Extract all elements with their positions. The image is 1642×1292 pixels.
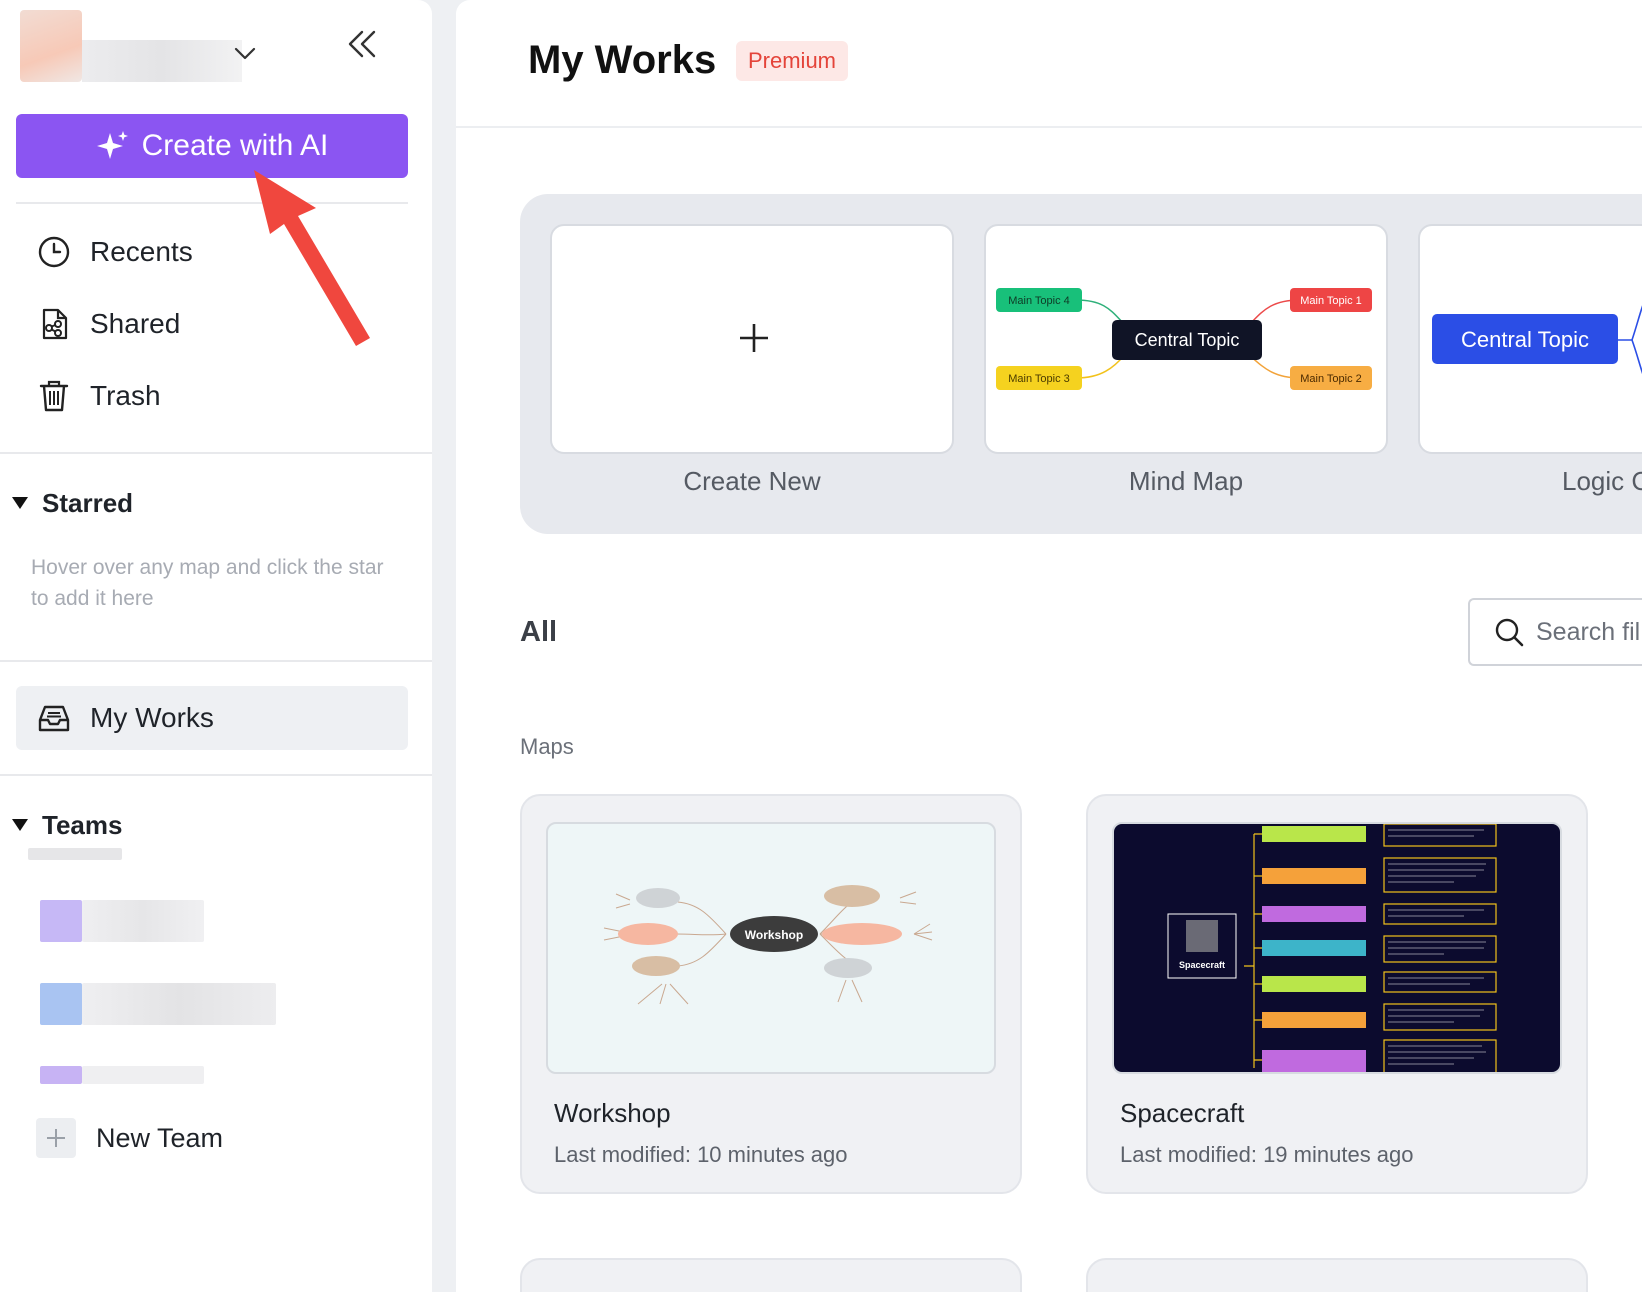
starred-hint: Hover over any map and click the star to… — [31, 556, 384, 610]
teams-title: Teams — [42, 809, 123, 840]
workspace-avatar — [20, 10, 82, 82]
mind-topic-2: Main Topic 2 — [1300, 373, 1362, 385]
sidebar-item-label: Recents — [90, 236, 193, 267]
mind-map-preview: Main Topic 4 Main Topic 3 Main Topic 1 M… — [996, 288, 1372, 390]
sidebar-item-recents[interactable]: Recents — [16, 222, 408, 282]
maps-group-label: Maps — [520, 734, 574, 759]
collapse-sidebar-icon[interactable] — [340, 22, 384, 66]
main-panel: My Works Premium Create New Main Topic 4… — [456, 0, 1642, 1292]
divider — [16, 202, 408, 204]
logic-chart-label: Logic C — [1562, 466, 1642, 496]
team-name-redacted[interactable] — [82, 900, 204, 942]
team-name-redacted — [28, 848, 122, 860]
sidebar: Create with AI Recents Shared Trash Star… — [0, 0, 432, 1292]
divider — [0, 660, 432, 662]
workshop-map-preview: Workshop — [603, 885, 933, 1005]
search-box[interactable] — [1468, 598, 1642, 666]
search-input[interactable] — [1536, 617, 1642, 647]
team-name-redacted[interactable] — [82, 1066, 204, 1084]
starred-section-toggle[interactable]: Starred — [12, 483, 133, 523]
logic-chart-template[interactable]: Central Topic — [1418, 224, 1642, 454]
file-thumbnail: Spacecraft — [1112, 822, 1562, 1074]
section-title-all: All — [520, 616, 558, 648]
new-team-button[interactable]: New Team — [36, 1118, 223, 1158]
file-modified: Last modified: 19 minutes ago — [1120, 1142, 1414, 1167]
starred-title: Starred — [42, 487, 134, 518]
file-title: Spacecraft — [1120, 1098, 1245, 1128]
plus-icon — [740, 324, 768, 352]
mind-topic-1: Main Topic 1 — [1300, 295, 1362, 307]
file-card-spacecraft[interactable]: Spacecraft Spacecraft Last modified: 19 … — [1086, 794, 1588, 1194]
sidebar-item-trash[interactable]: Trash — [16, 366, 408, 426]
mind-map-label: Mind Map — [1128, 466, 1244, 496]
template-gallery: Create New Main Topic 4 Main Topic 3 Mai… — [520, 194, 1642, 534]
search-icon — [1495, 618, 1524, 647]
workspace-name-redacted — [82, 40, 242, 82]
team-avatar-redacted[interactable] — [40, 983, 82, 1025]
create-with-ai-label: Create with AI — [141, 129, 329, 162]
trash-icon — [39, 380, 69, 412]
chevron-down-icon[interactable] — [230, 38, 260, 68]
mind-topic-4: Main Topic 4 — [1008, 295, 1070, 307]
file-card-partial[interactable] — [1086, 1258, 1588, 1292]
mind-map-template[interactable]: Main Topic 4 Main Topic 3 Main Topic 1 M… — [984, 224, 1388, 454]
create-with-ai-button[interactable]: Create with AI — [16, 114, 408, 178]
sidebar-item-label: My Works — [90, 702, 214, 733]
teams-section-toggle[interactable]: Teams — [12, 805, 122, 845]
new-team-label: New Team — [96, 1122, 224, 1153]
header: My Works Premium — [456, 0, 1642, 128]
sidebar-item-label: Shared — [90, 308, 181, 339]
sidebar-item-my-works[interactable]: My Works — [16, 686, 408, 750]
clock-icon — [38, 236, 70, 268]
sidebar-item-label: Trash — [90, 380, 161, 411]
inbox-icon — [38, 705, 70, 732]
team-name-redacted[interactable] — [82, 983, 276, 1025]
mind-central-topic: Central Topic — [1135, 330, 1240, 350]
sidebar-item-shared[interactable]: Shared — [16, 294, 408, 354]
logic-chart-preview: Central Topic — [1432, 305, 1642, 375]
plus-icon — [36, 1118, 76, 1158]
caret-down-icon — [12, 497, 28, 509]
file-card-partial[interactable] — [520, 1258, 1022, 1292]
spacecraft-map-preview: Spacecraft — [1167, 824, 1497, 1072]
create-new-template[interactable] — [550, 224, 954, 454]
shared-file-icon — [42, 308, 68, 340]
file-thumbnail: Workshop — [546, 822, 996, 1074]
spacecraft-central-topic: Spacecraft — [1179, 960, 1225, 970]
page-title: My Works — [528, 38, 717, 82]
create-new-label: Create New — [683, 466, 821, 496]
divider — [0, 774, 432, 776]
premium-badge[interactable]: Premium — [736, 41, 849, 81]
file-modified: Last modified: 10 minutes ago — [554, 1142, 848, 1167]
logic-central-topic: Central Topic — [1461, 327, 1589, 352]
sparkle-icon — [96, 131, 128, 159]
caret-down-icon — [12, 819, 28, 831]
file-title: Workshop — [554, 1098, 671, 1128]
workshop-central-topic: Workshop — [745, 928, 803, 942]
divider — [0, 452, 432, 454]
team-avatar-redacted[interactable] — [40, 900, 82, 942]
team-avatar-redacted[interactable] — [40, 1066, 82, 1084]
file-card-workshop[interactable]: Workshop Workshop Last modified: 10 minu… — [520, 794, 1022, 1194]
mind-topic-3: Main Topic 3 — [1008, 373, 1070, 385]
